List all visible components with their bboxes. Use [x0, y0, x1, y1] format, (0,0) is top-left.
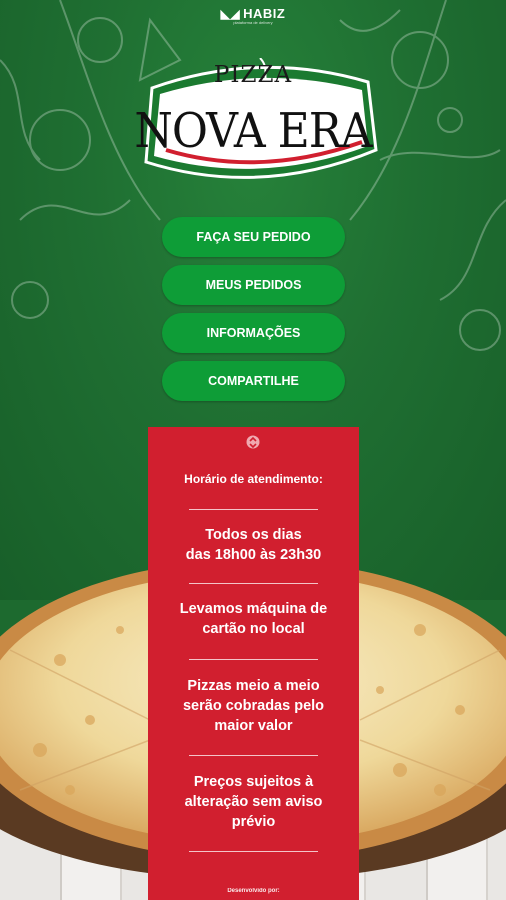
prices-text: Preços sujeitos à alteração sem aviso pr…	[148, 772, 359, 832]
schedule-line: Todos os dias	[205, 527, 302, 543]
halfhalf-line: maior valor	[214, 718, 293, 734]
order-button[interactable]: FAÇA SEU PEDIDO	[162, 217, 345, 257]
habiz-logo-icon: ◣◢	[220, 7, 241, 21]
brand-tagline: plataforma de delivery	[233, 20, 273, 25]
collapse-chevron-icon[interactable]	[246, 435, 260, 449]
schedule-line: das 18h00 às 23h30	[185, 547, 322, 563]
halfhalf-line: Pizzas meio a meio	[187, 678, 320, 694]
main-menu: FAÇA SEU PEDIDO MEUS PEDIDOS INFORMAÇÕES…	[162, 217, 345, 409]
schedule-text: Todos os dias das 18h00 às 23h30	[148, 525, 359, 565]
my-orders-button[interactable]: MEUS PEDIDOS	[162, 265, 345, 305]
prices-line: prévio	[231, 814, 276, 830]
share-button[interactable]: COMPARTILHE	[162, 361, 345, 401]
prices-line: alteração sem aviso	[184, 794, 323, 810]
logo-nova-era-text: NOVA ERA	[134, 103, 372, 160]
divider	[189, 851, 318, 852]
developed-by-text: Desenvolvido por:	[227, 888, 280, 894]
card-line: Levamos máquina de	[179, 601, 328, 617]
card-machine-text: Levamos máquina de cartão no local	[148, 599, 359, 639]
half-half-text: Pizzas meio a meio serão cobradas pelo m…	[148, 676, 359, 736]
halfhalf-line: serão cobradas pelo	[182, 698, 325, 714]
brand-name: HABIZ	[243, 6, 286, 21]
habiz-brand: ◣◢ HABIZ plataforma de delivery	[0, 6, 506, 25]
divider	[189, 755, 318, 756]
info-panel: Horário de atendimento: Todos os dias da…	[148, 427, 359, 900]
prices-line: Preços sujeitos à	[193, 774, 314, 790]
logo-pizza-text: PIZZA	[213, 62, 293, 88]
card-line: cartão no local	[202, 621, 305, 637]
information-button[interactable]: INFORMAÇÕES	[162, 313, 345, 353]
divider	[189, 509, 318, 510]
divider	[189, 659, 318, 660]
divider	[189, 583, 318, 584]
opening-hours-title: Horário de atendimento:	[184, 472, 323, 486]
